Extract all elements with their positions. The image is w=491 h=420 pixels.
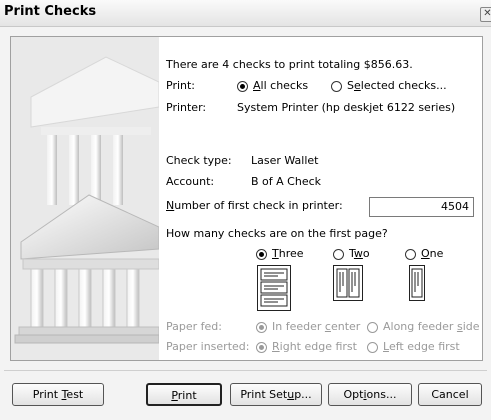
printer-label: Printer: [166, 101, 207, 114]
selected-checks-label[interactable]: Selected checks... [347, 79, 447, 92]
left-edge-label[interactable]: Left edge first [383, 340, 460, 353]
account-value: B of A Check [251, 175, 322, 188]
one-check-page-icon [409, 265, 425, 301]
radio-all-checks[interactable] [237, 81, 248, 92]
check-type-label: Check type: [166, 154, 232, 167]
print-button[interactable]: Print [146, 383, 222, 406]
radio-one[interactable] [405, 249, 416, 260]
right-edge-label[interactable]: Right edge first [272, 340, 357, 353]
paper-fed-label: Paper fed: [166, 320, 222, 333]
print-label: Print: [166, 79, 196, 92]
printer-value: System Printer (hp deskjet 6122 series) [237, 101, 456, 114]
cancel-button[interactable]: Cancel [418, 383, 482, 406]
footer-divider [4, 370, 487, 371]
first-page-question: How many checks are on the first page? [166, 227, 388, 240]
print-setup-button[interactable]: Print Setup... [230, 383, 322, 406]
three-label[interactable]: Three [272, 247, 304, 260]
radio-right-edge[interactable] [256, 342, 267, 353]
feeder-center-label[interactable]: In feeder center [272, 320, 360, 333]
content-panel: There are 4 checks to print totaling $85… [10, 36, 483, 361]
first-check-label: Number of first check in printer: [166, 199, 343, 212]
bank-illustration [11, 37, 159, 360]
paper-inserted-label: Paper inserted: [166, 340, 250, 353]
print-checks-dialog: Print Checks ✕ There are 4 checks to pri… [0, 0, 491, 420]
close-icon[interactable]: ✕ [480, 7, 491, 22]
bank-building-icon [11, 37, 159, 360]
radio-selected-checks[interactable] [331, 81, 342, 92]
radio-feeder-center[interactable] [256, 322, 267, 333]
radio-three[interactable] [256, 249, 267, 260]
all-checks-label[interactable]: All checks [253, 79, 308, 92]
check-type-value: Laser Wallet [251, 154, 319, 167]
account-label: Account: [166, 175, 215, 188]
options-button[interactable]: Options... [328, 383, 412, 406]
print-test-button[interactable]: Print Test [12, 383, 104, 406]
first-check-number-input[interactable]: 4504 [369, 197, 474, 217]
dialog-title: Print Checks [4, 4, 97, 19]
radio-two[interactable] [333, 249, 344, 260]
two-checks-page-icon [333, 265, 363, 301]
radio-feeder-side[interactable] [367, 322, 378, 333]
title-bar: Print Checks ✕ [0, 0, 491, 27]
radio-left-edge[interactable] [367, 342, 378, 353]
two-label[interactable]: Two [349, 247, 370, 260]
one-label[interactable]: One [421, 247, 443, 260]
feeder-side-label[interactable]: Along feeder side [383, 320, 480, 333]
three-checks-page-icon [257, 265, 291, 311]
summary-text: There are 4 checks to print totaling $85… [166, 58, 413, 71]
